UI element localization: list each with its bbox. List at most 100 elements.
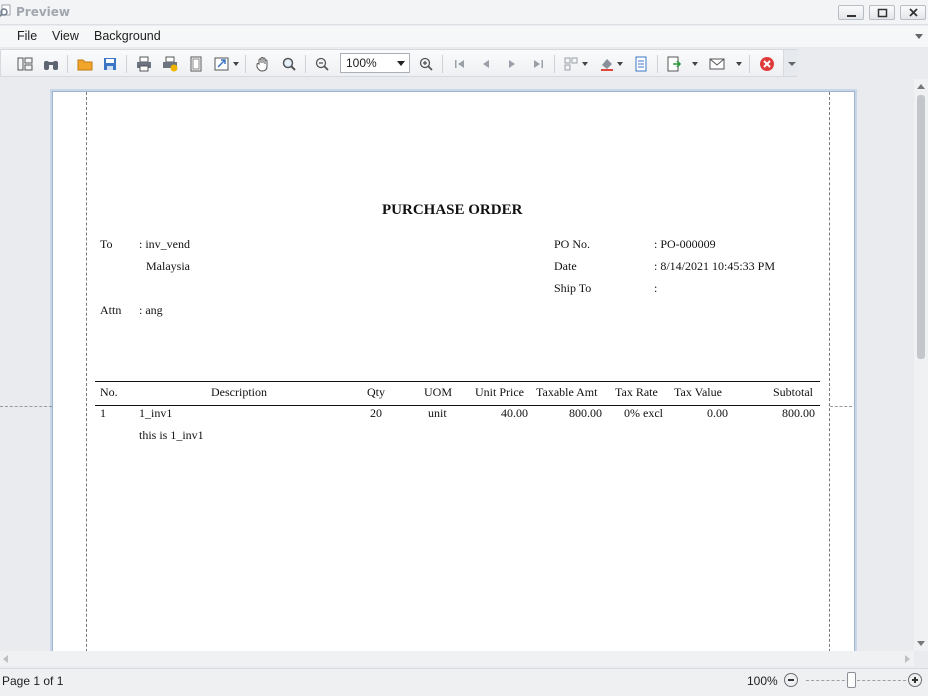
- cell-unit-price: 40.00: [501, 406, 528, 420]
- menu-background[interactable]: Background: [94, 29, 161, 43]
- previous-page-button[interactable]: [477, 55, 495, 73]
- close-button[interactable]: [900, 5, 926, 20]
- toolbar-separator: [305, 55, 306, 73]
- print-button[interactable]: [135, 55, 153, 73]
- send-email-dropdown-icon[interactable]: [736, 62, 742, 66]
- scroll-up-icon[interactable]: [917, 84, 925, 89]
- zoom-out-button[interactable]: [313, 55, 331, 73]
- watermark-button[interactable]: [632, 55, 650, 73]
- cell-taxable-amt: 800.00: [569, 406, 602, 420]
- document-map-icon: [17, 57, 33, 71]
- watermark-icon: [635, 56, 647, 72]
- scale-dropdown-icon[interactable]: [233, 62, 239, 66]
- search-button[interactable]: [42, 55, 60, 73]
- page-setup-icon: [190, 56, 202, 72]
- status-bar: Page 1 of 1 100%: [0, 668, 928, 696]
- background-color-button[interactable]: [598, 55, 616, 73]
- date-label: Date: [554, 259, 577, 273]
- export-icon: [667, 56, 682, 72]
- cell-tax-value: 0.00: [707, 406, 728, 420]
- scale-button[interactable]: [213, 55, 231, 73]
- maximize-button[interactable]: [869, 5, 895, 20]
- last-page-icon: [534, 60, 543, 68]
- toolbar-overflow-button[interactable]: [783, 50, 798, 76]
- minimize-button[interactable]: [838, 5, 864, 20]
- table-top-rule: [95, 381, 820, 382]
- toolbar-separator: [245, 55, 246, 73]
- date-value: : 8/14/2021 10:45:33 PM: [654, 259, 776, 273]
- send-email-button[interactable]: [708, 55, 726, 73]
- quick-print-button[interactable]: [161, 55, 179, 73]
- column-header: Taxable Amt: [536, 385, 598, 399]
- zoom-out-status-button[interactable]: [784, 673, 798, 687]
- chevron-down-icon: [788, 62, 796, 66]
- zoom-in-status-button[interactable]: [908, 673, 922, 687]
- print-icon: [137, 56, 151, 72]
- last-page-button[interactable]: [529, 55, 547, 73]
- zoom-slider-track[interactable]: [806, 680, 906, 681]
- shipto-label: Ship To: [554, 281, 592, 295]
- export-button[interactable]: [665, 55, 683, 73]
- close-preview-button[interactable]: [758, 55, 776, 73]
- export-dropdown-icon[interactable]: [692, 62, 698, 66]
- to-label: To: [100, 237, 113, 251]
- preview-area[interactable]: PURCHASE ORDER To : inv_vend Malaysia At…: [0, 79, 914, 651]
- zoom-out-icon: [315, 57, 329, 71]
- minimize-icon: [847, 15, 856, 17]
- hand-tool-button[interactable]: [254, 55, 272, 73]
- cell-no: 1: [100, 406, 106, 420]
- next-page-button[interactable]: [503, 55, 521, 73]
- cell-description: 1_inv1: [139, 406, 173, 420]
- save-icon: [104, 58, 116, 70]
- hand-tool-icon: [256, 57, 268, 72]
- horizontal-scrollbar[interactable]: [0, 651, 914, 666]
- toolbar: 100%: [0, 49, 798, 77]
- menu-file[interactable]: File: [17, 29, 37, 43]
- magnifier-icon: [282, 57, 296, 71]
- first-page-icon: [455, 60, 464, 68]
- maximize-icon: [877, 8, 888, 18]
- zoom-in-button[interactable]: [417, 55, 435, 73]
- ribbon-expand-icon[interactable]: [915, 34, 923, 39]
- multiple-pages-dropdown-icon[interactable]: [582, 62, 588, 66]
- background-color-dropdown-icon[interactable]: [617, 62, 623, 66]
- band-line-right: [830, 406, 852, 407]
- scroll-left-icon[interactable]: [3, 655, 8, 663]
- cell-uom: unit: [428, 406, 447, 420]
- toolbar-separator: [442, 55, 443, 73]
- first-page-button[interactable]: [451, 55, 469, 73]
- save-button[interactable]: [101, 55, 119, 73]
- vertical-scroll-thumb[interactable]: [917, 95, 925, 359]
- scroll-down-icon[interactable]: [917, 641, 925, 646]
- po-value: : PO-000009: [654, 237, 716, 251]
- zoom-select-value: 100%: [346, 56, 377, 70]
- quick-print-icon: [163, 56, 178, 72]
- scroll-right-icon[interactable]: [905, 655, 910, 663]
- to-value: : inv_vend: [139, 237, 190, 251]
- cell-tax-rate: 0% excl: [624, 406, 663, 420]
- document-title: PURCHASE ORDER: [382, 202, 523, 218]
- magnifier-button[interactable]: [280, 55, 298, 73]
- previous-page-icon: [483, 60, 489, 68]
- zoom-percentage: 100%: [747, 674, 778, 688]
- magnifier-page-icon: [0, 4, 11, 18]
- document-map-button[interactable]: [16, 55, 34, 73]
- cell-subtotal: 800.00: [782, 406, 815, 420]
- toolbar-separator: [126, 55, 127, 73]
- multiple-pages-icon: [564, 57, 578, 71]
- to-country: Malaysia: [146, 259, 190, 273]
- vertical-scrollbar[interactable]: [914, 79, 928, 651]
- multiple-pages-button[interactable]: [562, 55, 580, 73]
- margin-line-left: [86, 92, 87, 651]
- zoom-slider-thumb[interactable]: [847, 672, 856, 688]
- binoculars-icon: [44, 61, 58, 70]
- column-header: UOM: [424, 385, 453, 399]
- zoom-select[interactable]: 100%: [340, 53, 410, 73]
- column-header: Tax Value: [674, 385, 722, 399]
- background-color-icon: [601, 59, 613, 71]
- page-setup-button[interactable]: [187, 55, 205, 73]
- title-bar: Preview: [0, 0, 928, 25]
- open-button[interactable]: [76, 55, 94, 73]
- chevron-down-icon: [397, 61, 405, 66]
- menu-view[interactable]: View: [52, 29, 79, 43]
